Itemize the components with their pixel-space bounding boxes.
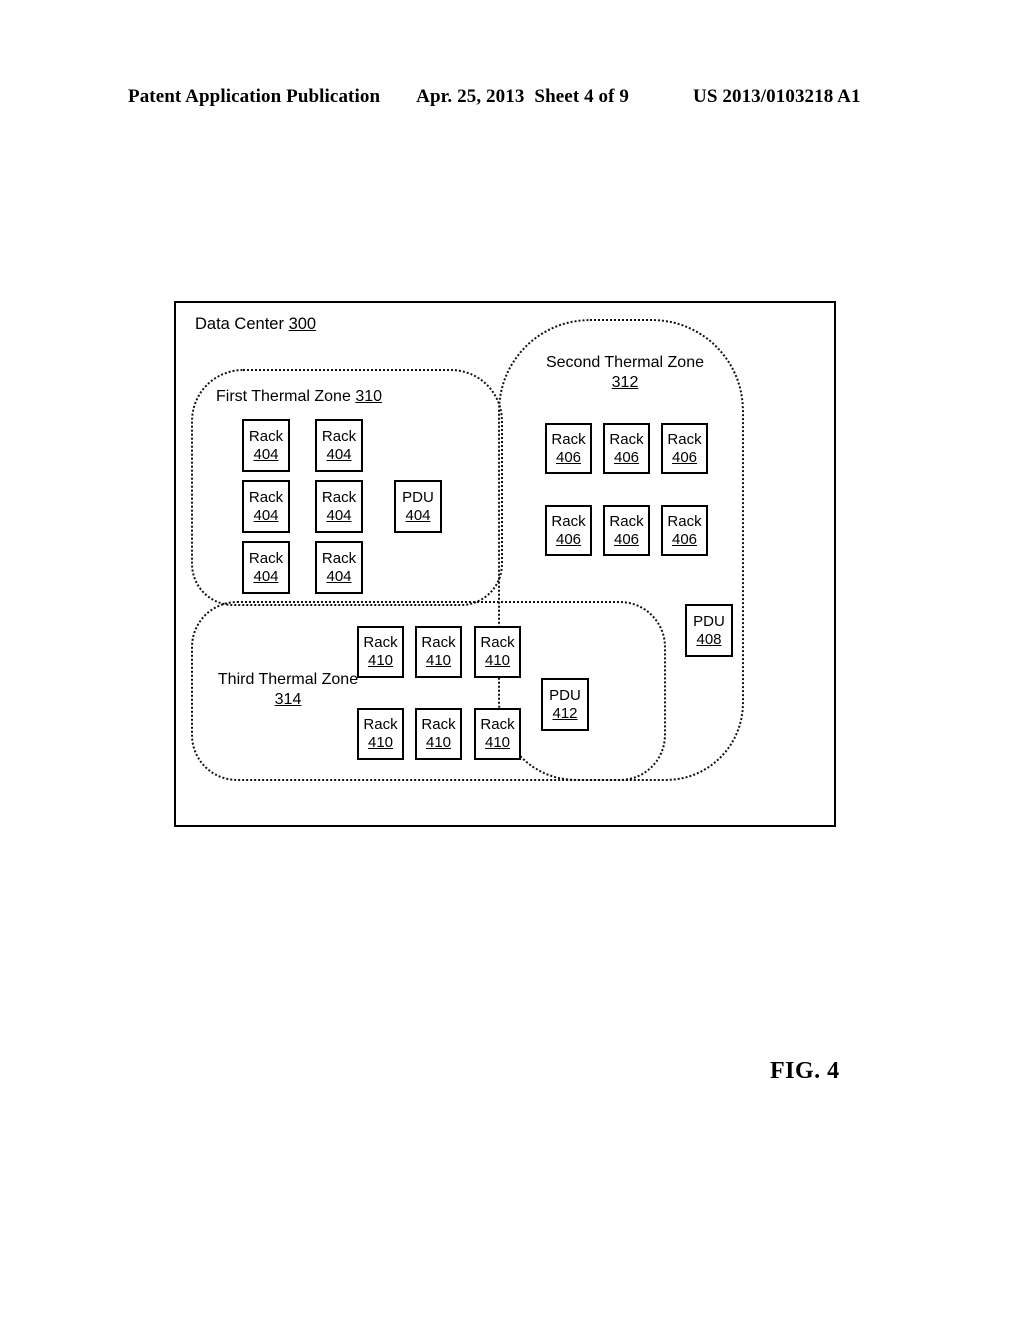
patent-page-header: Patent Application Publication Apr. 25, … xyxy=(128,86,896,112)
first-thermal-zone-label-text: First Thermal Zone xyxy=(216,388,351,405)
second-thermal-zone-label-text: Second Thermal Zone xyxy=(545,354,704,371)
patent-number: US 2013/0103218 A1 xyxy=(693,86,861,107)
pdu-unit: PDU 404 xyxy=(394,480,442,533)
rack-unit: Rack 406 xyxy=(545,423,592,474)
publication-title: Patent Application Publication xyxy=(128,86,381,107)
rack-unit-ref: 410 xyxy=(484,734,511,751)
rack-unit: Rack 410 xyxy=(415,626,462,678)
rack-unit-name: Rack xyxy=(551,512,586,530)
rack-unit: Rack 404 xyxy=(315,419,363,472)
rack-unit: Rack 410 xyxy=(474,708,521,760)
rack-unit: Rack 404 xyxy=(315,480,363,533)
rack-unit-ref: 410 xyxy=(484,652,511,669)
publication-date: Apr. 25, 2013 xyxy=(416,86,525,107)
pdu-unit: PDU 412 xyxy=(541,678,589,731)
rack-unit-name: Rack xyxy=(667,430,702,448)
rack-unit-name: Rack xyxy=(421,634,456,651)
rack-unit-name: Rack xyxy=(248,427,284,445)
pdu-unit-ref: 404 xyxy=(405,506,431,524)
rack-unit-ref: 404 xyxy=(326,445,352,463)
pdu-unit-name: PDU xyxy=(402,488,434,506)
rack-unit-name: Rack xyxy=(321,427,357,445)
rack-unit-ref: 404 xyxy=(253,506,279,524)
rack-unit: Rack 410 xyxy=(357,626,404,678)
rack-unit: Rack 404 xyxy=(242,419,290,472)
figure-caption: FIG. 4 xyxy=(770,1058,840,1084)
rack-unit: Rack 406 xyxy=(603,505,650,556)
rack-unit-ref: 406 xyxy=(671,448,698,466)
pdu-unit-ref: 408 xyxy=(696,630,722,648)
rack-unit-ref: 406 xyxy=(613,530,640,548)
rack-unit: Rack 406 xyxy=(603,423,650,474)
data-center-ref-number: 300 xyxy=(288,315,317,333)
first-thermal-zone-ref-number: 310 xyxy=(355,388,383,405)
rack-unit-ref: 406 xyxy=(555,530,582,548)
rack-unit-name: Rack xyxy=(363,634,398,651)
rack-unit-name: Rack xyxy=(667,512,702,530)
rack-unit-name: Rack xyxy=(609,512,644,530)
rack-unit-ref: 410 xyxy=(367,734,394,751)
rack-unit-ref: 406 xyxy=(555,448,582,466)
rack-unit-ref: 404 xyxy=(253,445,279,463)
rack-unit: Rack 406 xyxy=(661,505,708,556)
second-thermal-zone-ref-number: 312 xyxy=(611,374,639,391)
rack-unit: Rack 410 xyxy=(474,626,521,678)
third-thermal-zone-label: Third Thermal Zone 314 xyxy=(208,670,368,710)
rack-unit-name: Rack xyxy=(321,488,357,506)
rack-unit-name: Rack xyxy=(551,430,586,448)
rack-unit-ref: 410 xyxy=(367,652,394,669)
rack-unit: Rack 404 xyxy=(242,541,290,594)
third-thermal-zone-ref-number: 314 xyxy=(274,691,302,708)
pdu-unit-name: PDU xyxy=(549,686,581,704)
rack-unit-name: Rack xyxy=(363,716,398,733)
sheet-number: Sheet 4 of 9 xyxy=(534,86,630,107)
rack-unit-ref: 404 xyxy=(326,567,352,585)
rack-unit-name: Rack xyxy=(248,549,284,567)
second-thermal-zone-label: Second Thermal Zone 312 xyxy=(540,353,710,393)
rack-unit-name: Rack xyxy=(480,716,515,733)
rack-unit-name: Rack xyxy=(480,634,515,651)
data-center-label: Data Center 300 xyxy=(195,315,316,334)
rack-unit-name: Rack xyxy=(609,430,644,448)
rack-unit-name: Rack xyxy=(321,549,357,567)
rack-unit-ref: 410 xyxy=(425,652,452,669)
rack-unit: Rack 404 xyxy=(315,541,363,594)
rack-unit: Rack 404 xyxy=(242,480,290,533)
pdu-unit-ref: 412 xyxy=(552,704,578,722)
rack-unit-ref: 404 xyxy=(326,506,352,524)
rack-unit-ref: 406 xyxy=(613,448,640,466)
rack-unit-ref: 404 xyxy=(253,567,279,585)
third-thermal-zone-label-text: Third Thermal Zone xyxy=(217,671,359,688)
first-thermal-zone-label: First Thermal Zone 310 xyxy=(216,387,382,407)
rack-unit-name: Rack xyxy=(421,716,456,733)
rack-unit-ref: 406 xyxy=(671,530,698,548)
rack-unit: Rack 410 xyxy=(357,708,404,760)
rack-unit: Rack 406 xyxy=(545,505,592,556)
rack-unit-name: Rack xyxy=(248,488,284,506)
pdu-unit: PDU 408 xyxy=(685,604,733,657)
data-center-boundary: Data Center 300 First Thermal Zone 310 S… xyxy=(174,301,836,827)
pdu-unit-name: PDU xyxy=(693,612,725,630)
rack-unit: Rack 410 xyxy=(415,708,462,760)
rack-unit-ref: 410 xyxy=(425,734,452,751)
data-center-label-text: Data Center xyxy=(195,315,284,333)
rack-unit: Rack 406 xyxy=(661,423,708,474)
